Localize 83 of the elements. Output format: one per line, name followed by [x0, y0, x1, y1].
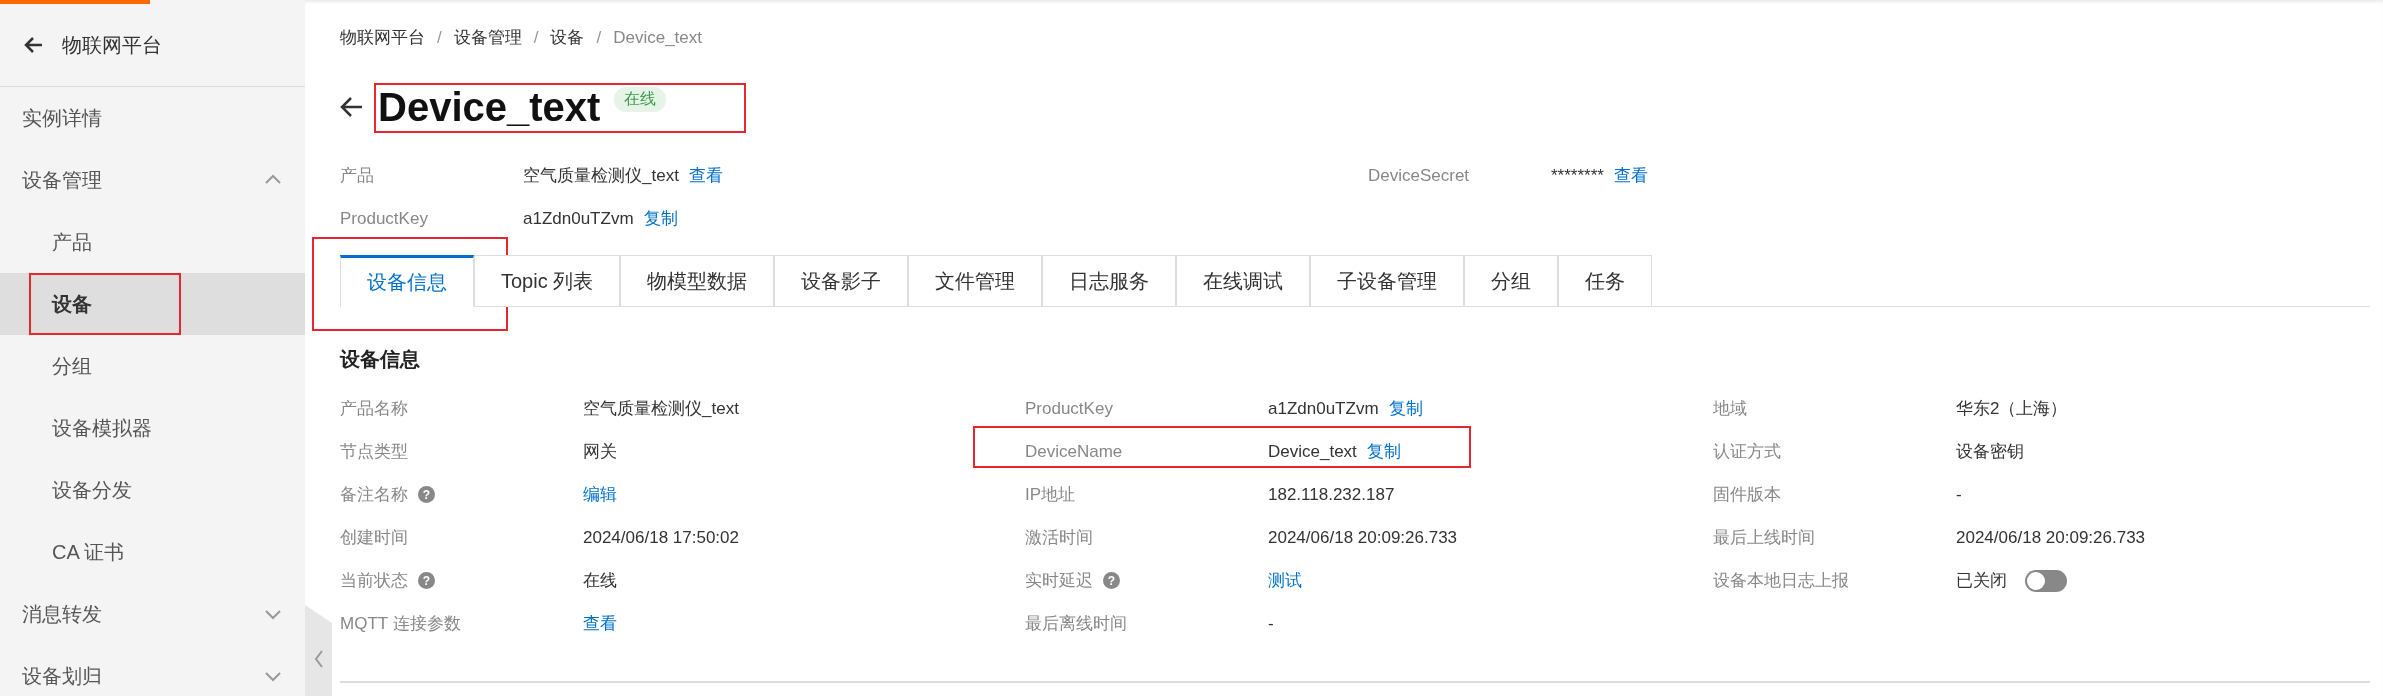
- action-link[interactable]: 复制: [1366, 440, 1401, 463]
- action-link[interactable]: 测试: [1268, 569, 1302, 592]
- sidebar-item[interactable]: 产品: [0, 211, 305, 273]
- help-icon[interactable]: ?: [418, 486, 435, 503]
- field-value: -: [1956, 484, 1962, 505]
- breadcrumb-link[interactable]: 物联网平台: [340, 22, 425, 54]
- breadcrumb-link[interactable]: 设备管理: [453, 22, 522, 54]
- device-title: Device_text: [378, 84, 601, 130]
- field-label: 地域: [1713, 398, 1747, 420]
- sidebar-item[interactable]: 设备模拟器: [0, 397, 305, 459]
- field-value: 已关闭: [1956, 570, 2007, 592]
- field-value: 空气质量检测仪_text: [523, 165, 679, 187]
- field-label: 固件版本: [1713, 484, 1781, 506]
- field-value: -: [1268, 613, 1274, 634]
- field-label: 创建时间: [340, 527, 408, 549]
- tab[interactable]: Topic 列表: [474, 255, 621, 307]
- action-link[interactable]: 编辑: [583, 483, 617, 506]
- tab[interactable]: 日志服务: [1042, 255, 1177, 307]
- field-value: 华东2（上海）: [1956, 398, 2068, 420]
- help-icon[interactable]: ?: [1103, 572, 1120, 589]
- field-label: 产品名称: [340, 398, 408, 420]
- field-value: 182.118.232.187: [1268, 484, 1395, 505]
- field-value: 2024/06/18 20:09:26.733: [1956, 527, 2146, 548]
- tab[interactable]: 文件管理: [908, 255, 1043, 307]
- action-link[interactable]: 复制: [643, 207, 678, 230]
- sidebar-item[interactable]: 分组: [0, 335, 305, 397]
- field-label: 当前状态: [340, 570, 408, 592]
- field-label: IP地址: [1025, 484, 1076, 506]
- field-value: a1Zdn0uTZvm: [523, 208, 634, 229]
- field-value: a1Zdn0uTZvm: [1268, 398, 1379, 419]
- tab[interactable]: 分组: [1464, 255, 1559, 307]
- field-label: 认证方式: [1713, 441, 1781, 463]
- back-arrow-icon[interactable]: [340, 95, 364, 119]
- field-value: 网关: [583, 441, 617, 463]
- action-link[interactable]: 复制: [1388, 397, 1423, 420]
- breadcrumb-current: Device_text: [613, 27, 703, 49]
- back-arrow-icon[interactable]: [24, 35, 44, 55]
- field-label: ProductKey: [340, 208, 429, 229]
- action-link[interactable]: 查看: [1613, 164, 1648, 187]
- breadcrumb-separator: /: [596, 27, 602, 49]
- field-label: 实时延迟: [1025, 570, 1093, 592]
- field-label: DeviceSecret: [1368, 165, 1471, 186]
- tab[interactable]: 在线调试: [1176, 255, 1311, 307]
- field-label: 激活时间: [1025, 527, 1093, 549]
- help-icon[interactable]: ?: [418, 572, 435, 589]
- sidebar-item[interactable]: 设备划归: [0, 645, 305, 696]
- action-link[interactable]: 查看: [583, 612, 617, 635]
- breadcrumb-link[interactable]: 设备: [550, 22, 585, 54]
- sidebar-item[interactable]: 设备分发: [0, 459, 305, 521]
- field-label: 产品: [340, 165, 375, 187]
- breadcrumb-separator: /: [533, 27, 539, 49]
- sidebar-item[interactable]: CA 证书: [0, 521, 305, 583]
- field-label: DeviceName: [1025, 441, 1123, 462]
- status-badge: 在线: [614, 87, 667, 112]
- tab[interactable]: 任务: [1558, 255, 1653, 307]
- field-value: ********: [1551, 165, 1604, 186]
- field-label: 节点类型: [340, 441, 408, 463]
- sidebar-item[interactable]: 实例详情: [0, 87, 305, 149]
- section-title: 设备信息: [340, 347, 421, 372]
- sidebar-item[interactable]: 设备管理: [0, 149, 305, 211]
- field-value: Device_text: [1268, 441, 1357, 462]
- tab[interactable]: 设备影子: [774, 255, 909, 307]
- field-label: ProductKey: [1025, 398, 1113, 419]
- field-label: 备注名称: [340, 484, 408, 506]
- tab[interactable]: 设备信息: [340, 255, 474, 307]
- action-link[interactable]: 查看: [688, 164, 723, 187]
- field-label: 最后离线时间: [1025, 613, 1127, 635]
- tab[interactable]: 物模型数据: [620, 255, 775, 307]
- field-label: MQTT 连接参数: [340, 613, 461, 635]
- field-value: 设备密钥: [1956, 441, 2024, 463]
- field-value: 空气质量检测仪_text: [583, 398, 739, 420]
- breadcrumb-separator: /: [437, 27, 442, 49]
- toggle-switch[interactable]: [2025, 569, 2067, 592]
- field-value: 在线: [583, 570, 617, 592]
- field-value: 2024/06/18 17:50:02: [583, 527, 739, 548]
- sidebar-title: 物联网平台: [62, 32, 162, 58]
- collapse-handle[interactable]: [305, 605, 332, 696]
- sidebar-item[interactable]: 消息转发: [0, 583, 305, 645]
- field-label: 最后上线时间: [1713, 527, 1815, 549]
- field-value: 2024/06/18 20:09:26.733: [1268, 527, 1458, 548]
- sidebar-item[interactable]: 设备: [0, 273, 305, 335]
- field-label: 设备本地日志上报: [1713, 570, 1849, 592]
- tab[interactable]: 子设备管理: [1310, 255, 1465, 307]
